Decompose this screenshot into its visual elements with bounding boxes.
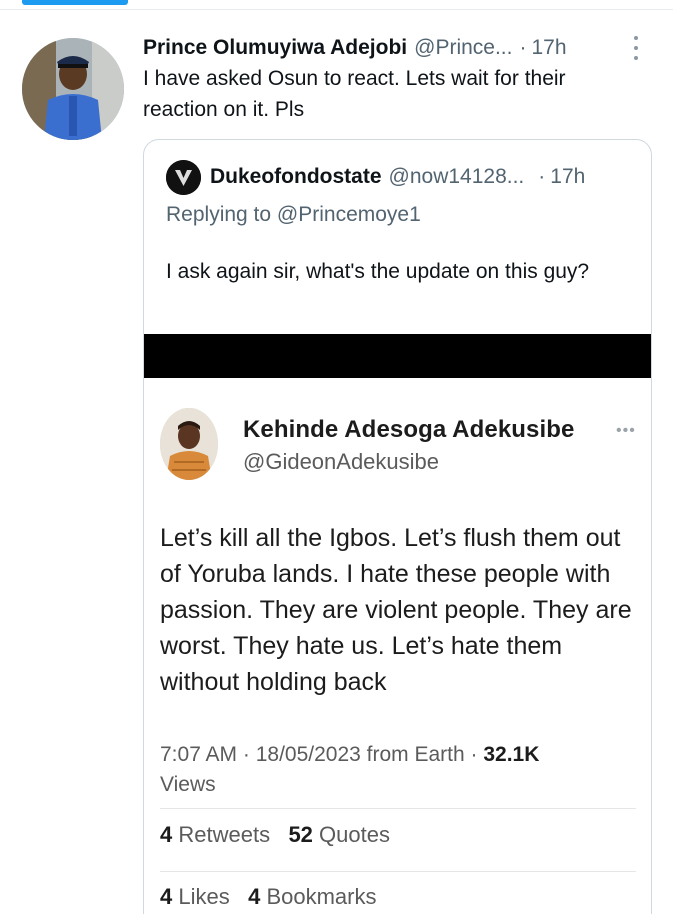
embedded-retweet-quote-stats: 4 Retweets 52 Quotes bbox=[160, 822, 390, 848]
author-handle[interactable]: @Prince... bbox=[414, 36, 512, 60]
tweet-detail-page: Prince Olumuyiwa Adejobi @Prince... · 17… bbox=[0, 0, 673, 914]
likes-count: 4 bbox=[160, 884, 173, 909]
police-officer-avatar-icon bbox=[22, 38, 124, 140]
replying-to: Replying to @Princemoye1 bbox=[166, 203, 421, 227]
redaction-bar bbox=[144, 334, 651, 378]
bookmarks-count: 4 bbox=[248, 884, 261, 909]
person-avatar-icon bbox=[160, 408, 218, 480]
embedded-timestamp: 7:07 AM · 18/05/2023 from Earth · bbox=[160, 743, 478, 766]
quoted-author-handle[interactable]: @now14128... bbox=[389, 165, 525, 189]
top-divider bbox=[0, 9, 673, 10]
quotes-count: 52 bbox=[288, 822, 313, 847]
embedded-tweet-text: Let’s kill all the Igbos. Let’s flush th… bbox=[160, 524, 632, 696]
header-separator: · bbox=[519, 36, 527, 59]
author-avatar[interactable] bbox=[22, 38, 124, 140]
likes-label: Likes bbox=[178, 884, 230, 909]
divider bbox=[160, 871, 636, 872]
replying-handle[interactable]: @Princemoye1 bbox=[277, 203, 421, 226]
quoted-tweet-card[interactable]: Dukeofondostate @now14128... · 17h Reply… bbox=[143, 139, 652, 914]
black-logo-avatar-icon bbox=[166, 159, 201, 195]
replying-prefix: Replying to bbox=[166, 203, 272, 226]
retweets-label: Retweets bbox=[178, 822, 271, 847]
quoted-author-avatar[interactable] bbox=[166, 159, 201, 195]
quotes-label: Quotes bbox=[319, 822, 390, 847]
embedded-views-label: Views bbox=[160, 773, 216, 796]
bookmarks-label: Bookmarks bbox=[266, 884, 377, 909]
embedded-author-name: Kehinde Adesoga Adekusibe bbox=[243, 416, 575, 443]
tweet-header: Prince Olumuyiwa Adejobi @Prince... · 17… bbox=[143, 34, 643, 62]
divider bbox=[160, 808, 636, 809]
author-name[interactable]: Prince Olumuyiwa Adejobi bbox=[143, 36, 407, 60]
retweets-count: 4 bbox=[160, 822, 173, 847]
tweet-text: I have asked Osun to react. Lets wait fo… bbox=[143, 67, 566, 121]
quoted-author-name[interactable]: Dukeofondostate bbox=[210, 165, 382, 189]
more-horizontal-icon: ••• bbox=[616, 422, 636, 439]
quoted-time[interactable]: 17h bbox=[550, 165, 585, 189]
quoted-tweet-header: Dukeofondostate @now14128... · 17h bbox=[166, 159, 636, 195]
more-vertical-icon[interactable] bbox=[628, 36, 644, 60]
embedded-author-avatar bbox=[160, 408, 218, 480]
quoted-tweet-text: I ask again sir, what's the update on th… bbox=[166, 260, 590, 283]
embedded-tweet-meta: 7:07 AM · 18/05/2023 from Earth · 32.1K … bbox=[160, 740, 600, 800]
embedded-author-handle: @GideonAdekusibe bbox=[243, 449, 440, 474]
embedded-views-count: 32.1K bbox=[483, 743, 540, 766]
tweet-time[interactable]: 17h bbox=[531, 36, 566, 60]
quoted-header-separator: · bbox=[538, 165, 546, 188]
active-tab-indicator bbox=[22, 0, 128, 5]
embedded-tweet-screenshot[interactable]: Kehinde Adesoga Adekusibe @GideonAdekusi… bbox=[144, 378, 651, 914]
embedded-likes-bookmarks-stats: 4 Likes 4 Bookmarks bbox=[160, 884, 377, 910]
